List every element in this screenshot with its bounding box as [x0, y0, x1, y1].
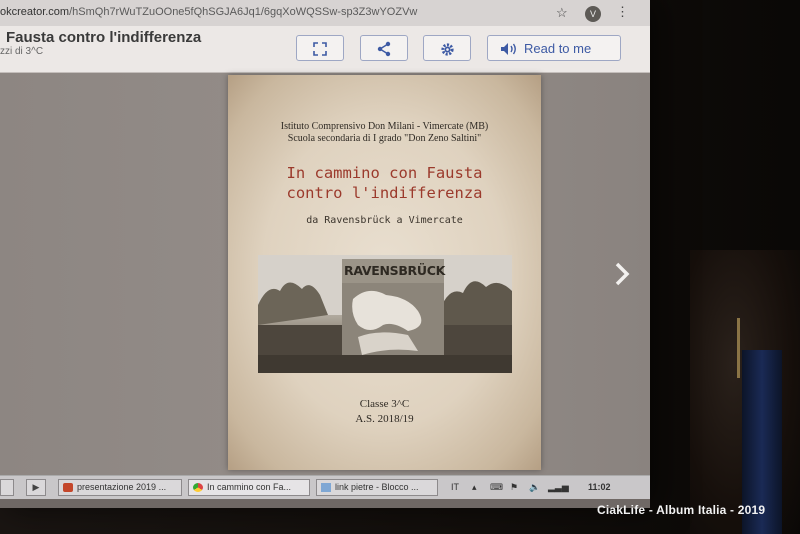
network-icon[interactable]: ▂▃▅: [548, 482, 569, 493]
share-button[interactable]: [360, 35, 408, 61]
taskbar-item-label: presentazione 2019 ...: [77, 482, 167, 492]
photo-watermark: CiakLife - Album Italia - 2019: [597, 503, 766, 517]
school-name: Istituto Comprensivo Don Milani - Vimerc…: [228, 121, 541, 145]
browser-menu-icon[interactable]: ⋮: [616, 4, 629, 20]
read-to-me-label: Read to me: [524, 41, 592, 56]
settings-button[interactable]: [423, 35, 471, 61]
taskbar-item-label: In cammino con Fa...: [207, 482, 292, 492]
clock[interactable]: 11:02: [588, 482, 611, 492]
app-header: Fausta contro l'indifferenza zzi di 3^C …: [0, 26, 650, 73]
class-label: Classe 3^C: [359, 398, 410, 410]
taskbar-item-notepad[interactable]: link pietre - Blocco ...: [316, 479, 438, 496]
powerpoint-icon: [63, 483, 73, 492]
next-page-button[interactable]: [612, 261, 632, 292]
school-line-1: Istituto Comprensivo Don Milani - Vimerc…: [280, 121, 489, 132]
taskbar-item-label: link pietre - Blocco ...: [335, 482, 419, 492]
school-line-2: Scuola secondaria di I grado "Don Zeno S…: [287, 133, 482, 144]
url-text[interactable]: okcreator.com/hSmQh7rWuTZuOOne5fQhSGJA6J…: [0, 6, 417, 18]
book-title: In cammino con Fausta contro l'indiffere…: [228, 163, 541, 203]
speaker-icon: [501, 43, 516, 56]
book-title-line-2: contro l'indifferenza: [286, 184, 483, 202]
school-year: A.S. 2018/19: [355, 413, 414, 425]
document-author: zzi di 3^C: [0, 46, 44, 57]
browser-url-bar[interactable]: okcreator.com/hSmQh7rWuTZuOOne5fQhSGJA6J…: [0, 0, 650, 27]
memorial-photo: RAVENSBRÜCK: [258, 255, 512, 373]
volume-icon[interactable]: 🔈: [529, 482, 540, 493]
book-subtitle: da Ravensbrück a Vimercate: [306, 215, 463, 226]
profile-avatar[interactable]: V: [585, 6, 601, 22]
taskbar-item-chrome[interactable]: In cammino con Fa...: [188, 479, 310, 496]
keyboard-icon[interactable]: ⌨: [490, 482, 503, 493]
class-info: Classe 3^C A.S. 2018/19: [228, 397, 541, 427]
taskbar-start-stub[interactable]: [0, 479, 14, 496]
projection-screen: okcreator.com/hSmQh7rWuTZuOOne5fQhSGJA6J…: [0, 0, 650, 508]
screen-frame-bottom: [0, 499, 650, 508]
book-title-line-1: In cammino con Fausta: [286, 164, 483, 182]
fullscreen-icon: [313, 42, 327, 57]
flag-icon[interactable]: ⚑: [510, 482, 518, 493]
media-player-button[interactable]: ▶: [26, 479, 46, 496]
flag-pole: [737, 318, 740, 378]
book-cover-page: Istituto Comprensivo Don Milani - Vimerc…: [228, 75, 541, 470]
ravensbruck-sign: RAVENSBRÜCK: [344, 263, 445, 278]
document-title: Fausta contro l'indifferenza: [6, 29, 202, 46]
windows-taskbar: ▶ presentazione 2019 ... In cammino con …: [0, 475, 650, 500]
book-viewer: Istituto Comprensivo Don Milani - Vimerc…: [0, 73, 650, 475]
tray-arrow-icon[interactable]: ▴: [472, 482, 477, 493]
gear-icon: [440, 43, 454, 56]
taskbar-item-presentazione[interactable]: presentazione 2019 ...: [58, 479, 182, 496]
notepad-icon: [321, 483, 331, 492]
fullscreen-button[interactable]: [296, 35, 344, 61]
bookmark-star-icon[interactable]: ☆: [556, 5, 568, 21]
read-to-me-button[interactable]: Read to me: [487, 35, 621, 61]
chrome-icon: [193, 483, 203, 492]
play-icon: ▶: [32, 482, 40, 492]
share-icon: [377, 42, 391, 57]
chevron-right-icon: [615, 262, 630, 286]
language-indicator[interactable]: IT: [451, 482, 459, 492]
